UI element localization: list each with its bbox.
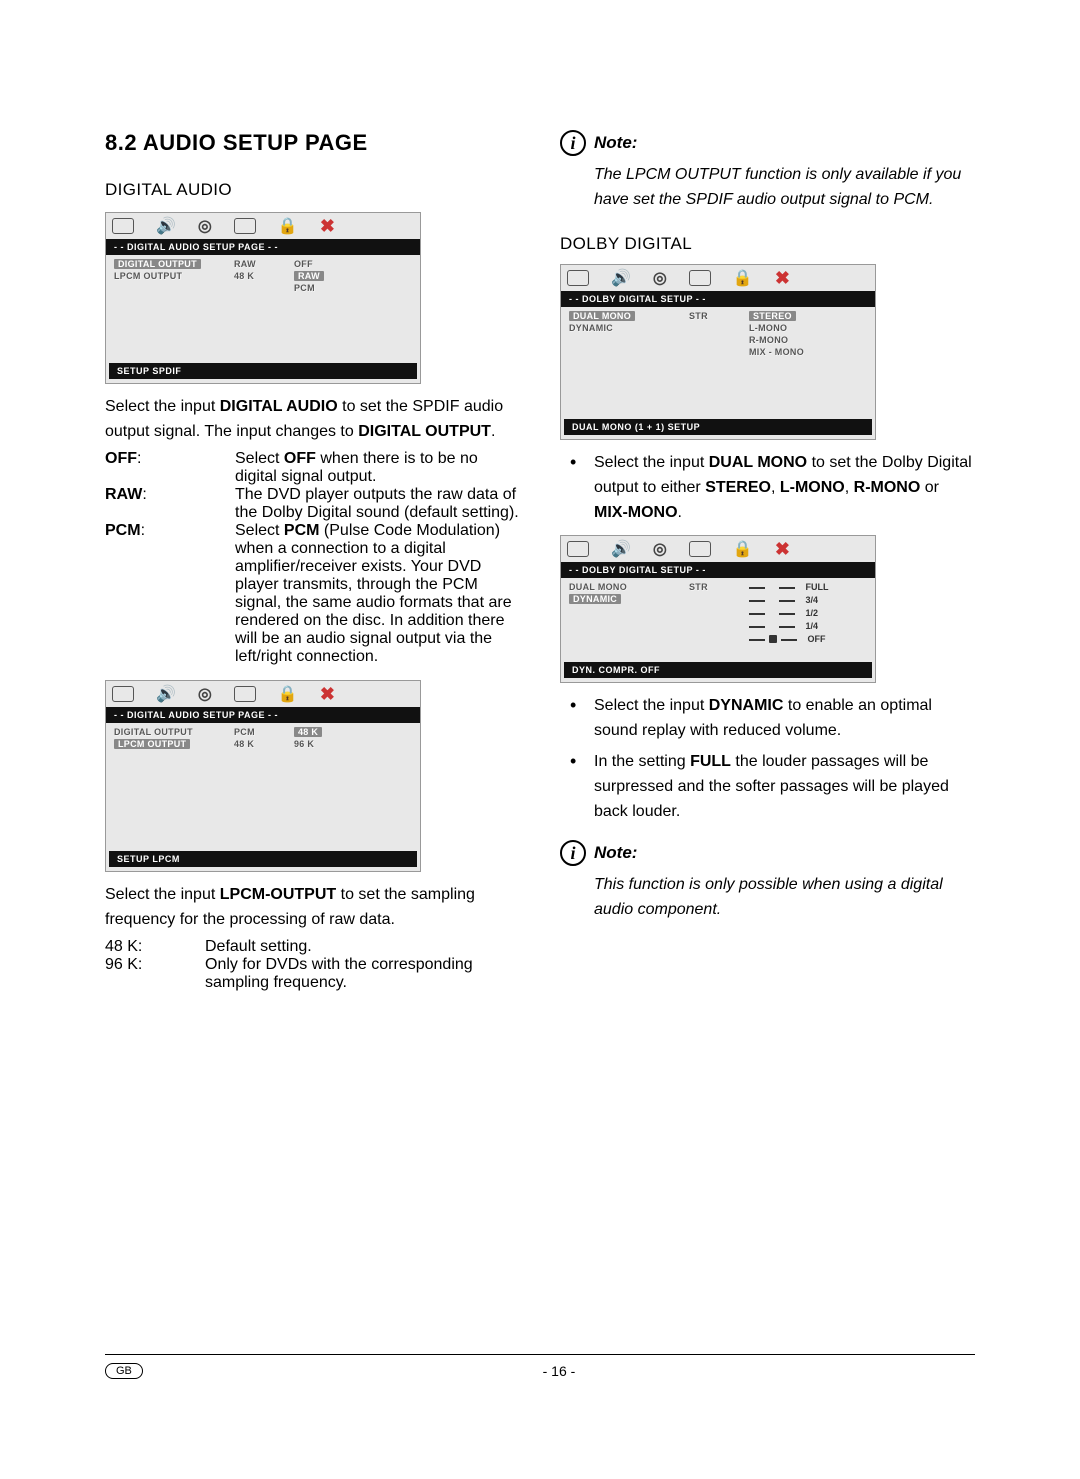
audio-icon: 🔊 — [156, 216, 176, 236]
def-desc: Only for DVDs with the corres­ponding sa… — [205, 956, 520, 992]
osd-footer: DYN. COMPR. OFF — [564, 662, 872, 678]
osd-opt: MIX - MONO — [749, 346, 875, 358]
page-footer: GB - 16 - — [105, 1354, 975, 1379]
osd-row: DIGITAL OUTPUT — [114, 726, 234, 738]
osd-footer: DUAL MONO (1 + 1) SETUP — [564, 419, 872, 435]
osd-digital-audio-lpcm: 🔊 ◎ 🔒 ✖ - - DIGITAL AUDIO SETUP PAGE - -… — [105, 680, 421, 872]
osd-footer: SETUP SPDIF — [109, 363, 417, 379]
osd-opt: 48 K — [294, 727, 322, 737]
def-term: RAW: — [105, 486, 235, 522]
note-heading: i Note: — [560, 840, 975, 866]
section-heading: 8.2 AUDIO SETUP PAGE — [105, 130, 520, 156]
osd-title: - - DOLBY DIGITAL SETUP - - — [561, 291, 875, 307]
disc-icon: ◎ — [198, 684, 212, 704]
disc-icon: ◎ — [653, 268, 667, 288]
info-icon: i — [560, 840, 586, 866]
bullet-item: Select the input DYNAMIC to enable an op… — [560, 693, 975, 743]
osd-icon — [567, 541, 589, 557]
osd-icon — [567, 270, 589, 286]
osd-iconbar: 🔊 ◎ 🔒 ✖ — [106, 213, 420, 239]
osd-opt: RAW — [294, 271, 324, 281]
subheading-dolby: DOLBY DIGITAL — [560, 234, 975, 254]
osd-val: 48 K — [234, 738, 294, 750]
def-desc: Default setting. — [205, 938, 520, 956]
osd-val: RAW — [234, 258, 294, 270]
audio-icon: 🔊 — [156, 684, 176, 704]
osd-opt: 96 K — [294, 738, 420, 750]
note-heading: i Note: — [560, 130, 975, 156]
osd-val: STR — [689, 581, 749, 593]
osd-dolby-dynamic: 🔊 ◎ 🔒 ✖ - - DOLBY DIGITAL SETUP - - DUAL… — [560, 535, 876, 683]
def-term: 96 K: — [105, 956, 205, 992]
dyn-level: 1/2 — [749, 607, 875, 620]
dyn-level: FULL — [749, 581, 875, 594]
osd-opt: PCM — [294, 282, 420, 294]
def-desc: The DVD player outputs the raw data of t… — [235, 486, 520, 522]
bullet-item: In the setting FULL the louder passages … — [560, 749, 975, 824]
osd-row: DUAL MONO — [569, 581, 689, 593]
lock-icon: 🔒 — [278, 216, 298, 236]
def-term: PCM: — [105, 522, 235, 666]
dyn-level: OFF — [749, 633, 875, 646]
right-column: i Note: The LPCM OUTPUT function is only… — [560, 130, 975, 992]
dyn-level: 3/4 — [749, 594, 875, 607]
osd-val: STR — [689, 310, 749, 322]
subheading-digital-audio: DIGITAL AUDIO — [105, 180, 520, 200]
osd-opt: OFF — [294, 258, 420, 270]
osd-footer: SETUP LPCM — [109, 851, 417, 867]
osd-title: - - DIGITAL AUDIO SETUP PAGE - - — [106, 707, 420, 723]
osd-iconbar: 🔊 ◎ 🔒 ✖ — [561, 265, 875, 291]
osd-title: - - DOLBY DIGITAL SETUP - - — [561, 562, 875, 578]
note-body: This function is only possible when usin… — [594, 872, 975, 922]
osd-icon — [689, 541, 711, 557]
osd-row: DIGITAL OUTPUT — [114, 259, 201, 269]
osd-dolby-dualmono: 🔊 ◎ 🔒 ✖ - - DOLBY DIGITAL SETUP - - DUAL… — [560, 264, 876, 440]
osd-icon — [234, 686, 256, 702]
osd-row: DYNAMIC — [569, 594, 621, 604]
def-term: OFF: — [105, 450, 235, 486]
osd-row: LPCM OUTPUT — [114, 739, 190, 749]
close-icon: ✖ — [320, 684, 335, 705]
osd-val: PCM — [234, 726, 294, 738]
osd-title: - - DIGITAL AUDIO SETUP PAGE - - — [106, 239, 420, 255]
close-icon: ✖ — [320, 216, 335, 237]
close-icon: ✖ — [775, 539, 790, 560]
osd-digital-audio-raw: 🔊 ◎ 🔒 ✖ - - DIGITAL AUDIO SETUP PAGE - -… — [105, 212, 421, 384]
body-paragraph: Select the input DIGITAL AUDIO to set th… — [105, 394, 520, 444]
osd-opt: L-MONO — [749, 322, 875, 334]
osd-iconbar: 🔊 ◎ 🔒 ✖ — [561, 536, 875, 562]
lock-icon: 🔒 — [278, 684, 298, 704]
osd-row: DUAL MONO — [569, 311, 635, 321]
osd-opt: R-MONO — [749, 334, 875, 346]
note-label: Note: — [594, 133, 637, 153]
osd-opt: STEREO — [749, 311, 796, 321]
osd-row: DYNAMIC — [569, 322, 689, 334]
body-paragraph: Select the input LPCM-OUTPUT to set the … — [105, 882, 520, 932]
audio-icon: 🔊 — [611, 268, 631, 288]
def-desc: Select OFF when there is to be no digita… — [235, 450, 520, 486]
bullet-item: Select the input DUAL MONO to set the Do… — [560, 450, 975, 525]
osd-val: 48 K — [234, 270, 294, 282]
osd-iconbar: 🔊 ◎ 🔒 ✖ — [106, 681, 420, 707]
def-term: 48 K: — [105, 938, 205, 956]
info-icon: i — [560, 130, 586, 156]
osd-icon — [112, 218, 134, 234]
def-desc: Select PCM (Pulse Code Modu­lation) when… — [235, 522, 520, 666]
language-badge: GB — [105, 1363, 143, 1379]
audio-icon: 🔊 — [611, 539, 631, 559]
lock-icon: 🔒 — [733, 268, 753, 288]
disc-icon: ◎ — [198, 216, 212, 236]
lock-icon: 🔒 — [733, 539, 753, 559]
close-icon: ✖ — [775, 268, 790, 289]
osd-icon — [234, 218, 256, 234]
note-label: Note: — [594, 843, 637, 863]
note-body: The LPCM OUTPUT function is only availab… — [594, 162, 975, 212]
left-column: 8.2 AUDIO SETUP PAGE DIGITAL AUDIO 🔊 ◎ 🔒… — [105, 130, 520, 992]
osd-icon — [689, 270, 711, 286]
page-number: - 16 - — [143, 1363, 975, 1379]
osd-row: LPCM OUTPUT — [114, 270, 234, 282]
disc-icon: ◎ — [653, 539, 667, 559]
dyn-level: 1/4 — [749, 620, 875, 633]
osd-icon — [112, 686, 134, 702]
